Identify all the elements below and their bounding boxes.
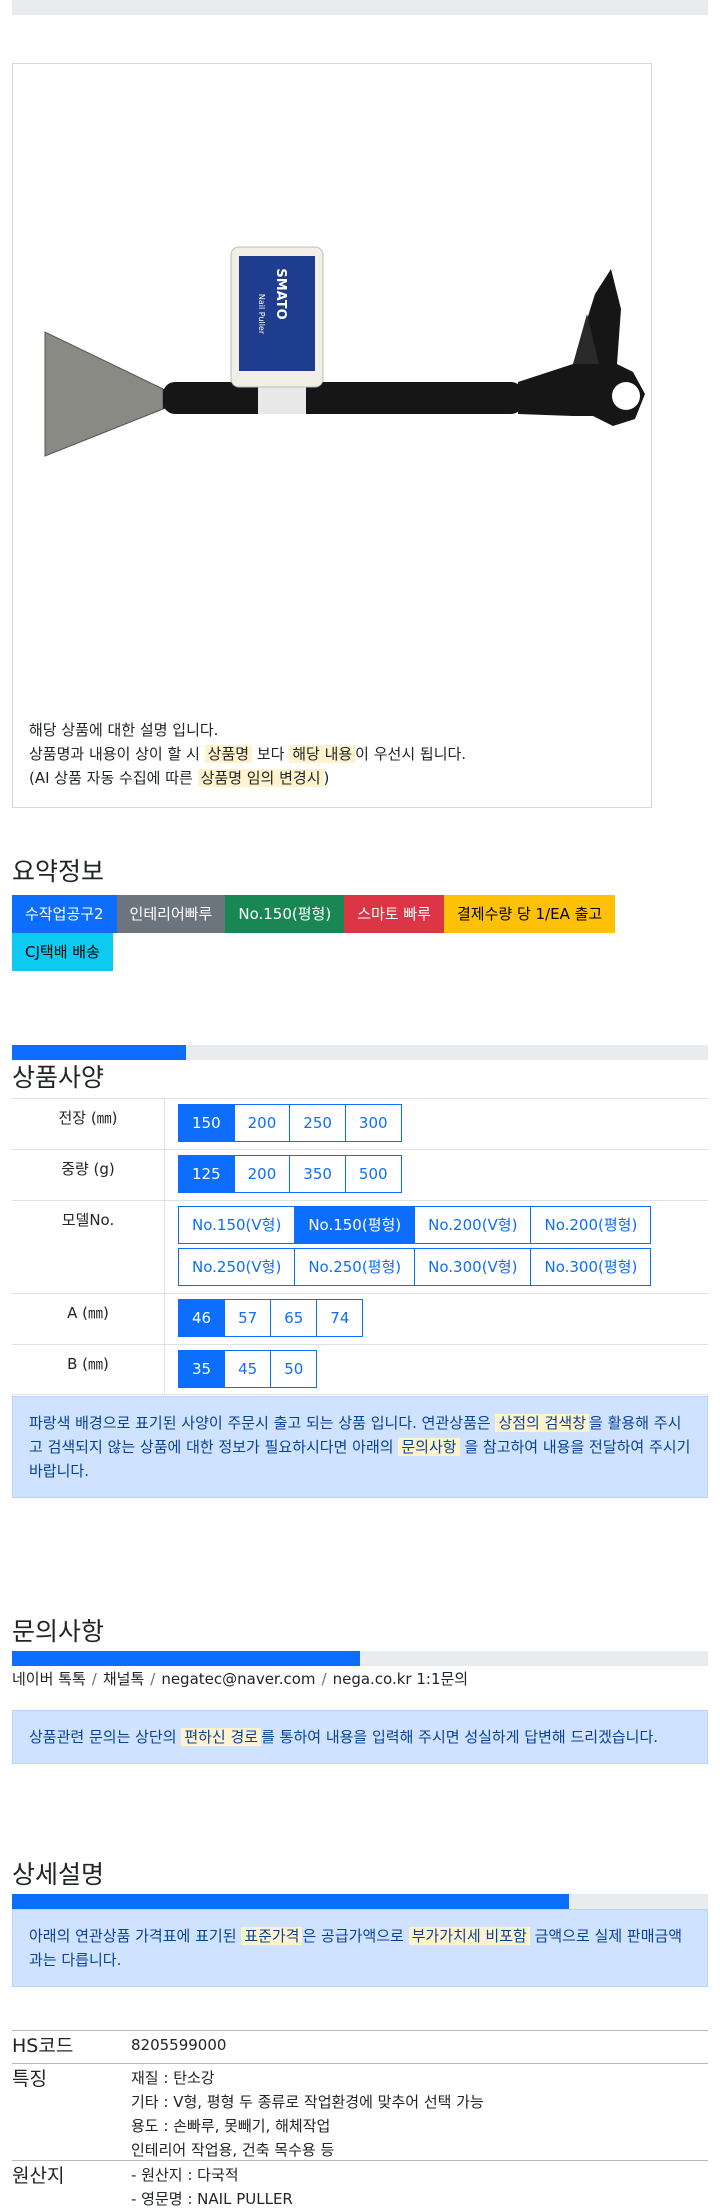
inquiry-progress-bar (12, 1651, 708, 1666)
specs-title: 상품사양 (12, 1063, 105, 1092)
spec-option-button[interactable]: No.200(V형) (414, 1206, 532, 1244)
info-row-origin: 원산지 - 원산지 : 다국적 - 영문명 : NAIL PULLER (12, 2160, 708, 2209)
info-value: - 원산지 : 다국적 - 영문명 : NAIL PULLER (131, 2166, 293, 2208)
inquiry-title: 문의사항 (12, 1617, 105, 1646)
spec-option-button[interactable]: 35 (178, 1350, 226, 1388)
badge-model: No.150(평형) (225, 895, 345, 933)
link-channel-talk[interactable]: 채널톡 (103, 1670, 144, 1688)
detail-title: 상세설명 (12, 1860, 105, 1889)
info-key: 특징 (12, 2068, 47, 2090)
link-naver-talk[interactable]: 네이버 톡톡 (12, 1670, 86, 1688)
spec-row-weight: 중량 (g) 125 200 350 500 (12, 1149, 708, 1200)
spec-option-button[interactable]: 57 (224, 1299, 272, 1337)
spec-option-button[interactable]: No.300(V형) (414, 1248, 532, 1286)
badge-category: 수작업공구2 (12, 895, 117, 933)
spec-option-button[interactable]: 45 (224, 1350, 272, 1388)
summary-title: 요약정보 (12, 857, 105, 886)
spec-row-a: A (㎜) 46 57 65 74 (12, 1293, 708, 1344)
spec-row-length: 전장 (㎜) 150 200 250 300 (12, 1098, 708, 1149)
separator: / (91, 1670, 97, 1688)
spec-label: 중량 (g) (12, 1150, 165, 1200)
spec-option-button[interactable]: 250 (289, 1104, 346, 1142)
spec-label: 모델No. (12, 1201, 165, 1293)
spec-option-button[interactable]: 300 (344, 1104, 402, 1142)
spec-options: 46 57 65 74 (165, 1294, 708, 1344)
product-description: 해당 상품에 대한 설명 입니다. 상품명과 내용이 상이 할 시 상품명 보다… (29, 718, 466, 790)
inquiry-notice: 상품관련 문의는 상단의 편하신 경로 를 통하여 내용을 입력해 주시면 성실하… (12, 1710, 708, 1764)
badge-brand: 스마토 빠루 (344, 895, 444, 933)
spec-option-button[interactable]: No.200(평형) (530, 1206, 652, 1244)
spec-options: 150 200 250 300 (165, 1099, 708, 1149)
separator: / (150, 1670, 156, 1688)
spec-label: B (㎜) (12, 1345, 165, 1394)
top-progress-bar (12, 0, 708, 15)
spec-row-b: B (㎜) 35 45 50 (12, 1344, 708, 1395)
summary-badges: 수작업공구2 인테리어빠루 No.150(평형) 스마토 빠루 결제수량 당 1… (12, 895, 708, 971)
detail-notice: 아래의 연관상품 가격표에 표기된 표준가격 은 공급가액으로 부가가치세 비포함… (12, 1909, 708, 1987)
spec-row-model: 모델No. No.150(V형) No.150(평형) No.200(V형) No.2… (12, 1200, 708, 1293)
badge-type: 인테리어빠루 (116, 895, 226, 933)
tag-brand-text: SMATO (273, 268, 288, 319)
separator: / (321, 1670, 327, 1688)
description-line-2: 상품명과 내용이 상이 할 시 상품명 보다 해당 내용 이 우선시 됩니다. (29, 745, 467, 763)
info-value: 재질 : 탄소강 기타 : V형, 평형 두 종류로 작업환경에 맞추어 선택 … (131, 2069, 484, 2159)
spec-option-button[interactable]: No.150(평형) (294, 1206, 416, 1244)
detail-progress-fill (12, 1894, 569, 1909)
info-row-hscode: HS코드 8205599000 (12, 2030, 708, 2063)
inquiry-links: 네이버 톡톡 / 채널톡 / negatec@naver.com / nega.co.kr … (12, 1668, 468, 1689)
inquiry-progress-fill (12, 1651, 360, 1666)
badge-quantity: 결제수량 당 1/EA 출고 (443, 895, 616, 933)
tag-subtitle-text: Nail Puller (257, 294, 266, 335)
specs-progress-bar (12, 1045, 708, 1060)
info-value: 8205599000 (131, 2036, 227, 2054)
spec-option-button[interactable]: 200 (233, 1155, 291, 1193)
spec-option-button[interactable]: 125 (178, 1155, 235, 1193)
spec-option-button[interactable]: No.250(평형) (294, 1248, 416, 1286)
spec-option-button[interactable]: 74 (316, 1299, 364, 1337)
spec-label: A (㎜) (12, 1294, 165, 1344)
info-key: 원산지 (12, 2165, 65, 2187)
spec-option-button[interactable]: No.300(평형) (530, 1248, 652, 1286)
detail-progress-bar (12, 1894, 708, 1909)
spec-option-button[interactable]: 200 (233, 1104, 291, 1142)
spec-option-button[interactable]: No.250(V형) (178, 1248, 296, 1286)
product-image-card: SMATO Nail Puller 해당 상품에 대한 설명 입니다. 상품명과… (12, 63, 652, 808)
nail-puller-image: SMATO Nail Puller (44, 246, 645, 457)
spec-options: 35 45 50 (165, 1345, 708, 1394)
spec-option-button[interactable]: 50 (270, 1350, 318, 1388)
spec-option-button[interactable]: 150 (178, 1104, 235, 1142)
badge-shipping: CJ택배 배송 (12, 933, 113, 971)
spec-option-button[interactable]: No.150(V형) (178, 1206, 296, 1244)
specs-notice: 파랑색 배경으로 표기된 사양이 주문시 출고 되는 상품 입니다. 연관상품은… (12, 1396, 708, 1498)
info-key: HS코드 (12, 2035, 74, 2057)
spec-option-button[interactable]: 500 (344, 1155, 402, 1193)
spec-option-button[interactable]: 46 (178, 1299, 226, 1337)
description-line-1: 해당 상품에 대한 설명 입니다. (29, 721, 219, 739)
link-email[interactable]: negatec@naver.com (161, 1670, 315, 1688)
spec-label: 전장 (㎜) (12, 1099, 165, 1149)
spec-option-button[interactable]: 350 (289, 1155, 346, 1193)
specs-table: 전장 (㎜) 150 200 250 300 중량 (g) 125 200 350 500 … (12, 1098, 708, 1395)
info-row-features: 특징 재질 : 탄소강 기타 : V형, 평형 두 종류로 작업환경에 맞추어 … (12, 2063, 708, 2160)
spec-option-button[interactable]: 65 (270, 1299, 318, 1337)
description-line-3: (AI 상품 자동 수집에 따른 상품명 임의 변경시) (29, 769, 330, 787)
link-website-inquiry[interactable]: nega.co.kr 1:1문의 (333, 1670, 469, 1688)
spec-options: 125 200 350 500 (165, 1150, 708, 1200)
spec-options: No.150(V형) No.150(평형) No.200(V형) No.200(평형)… (165, 1201, 708, 1293)
